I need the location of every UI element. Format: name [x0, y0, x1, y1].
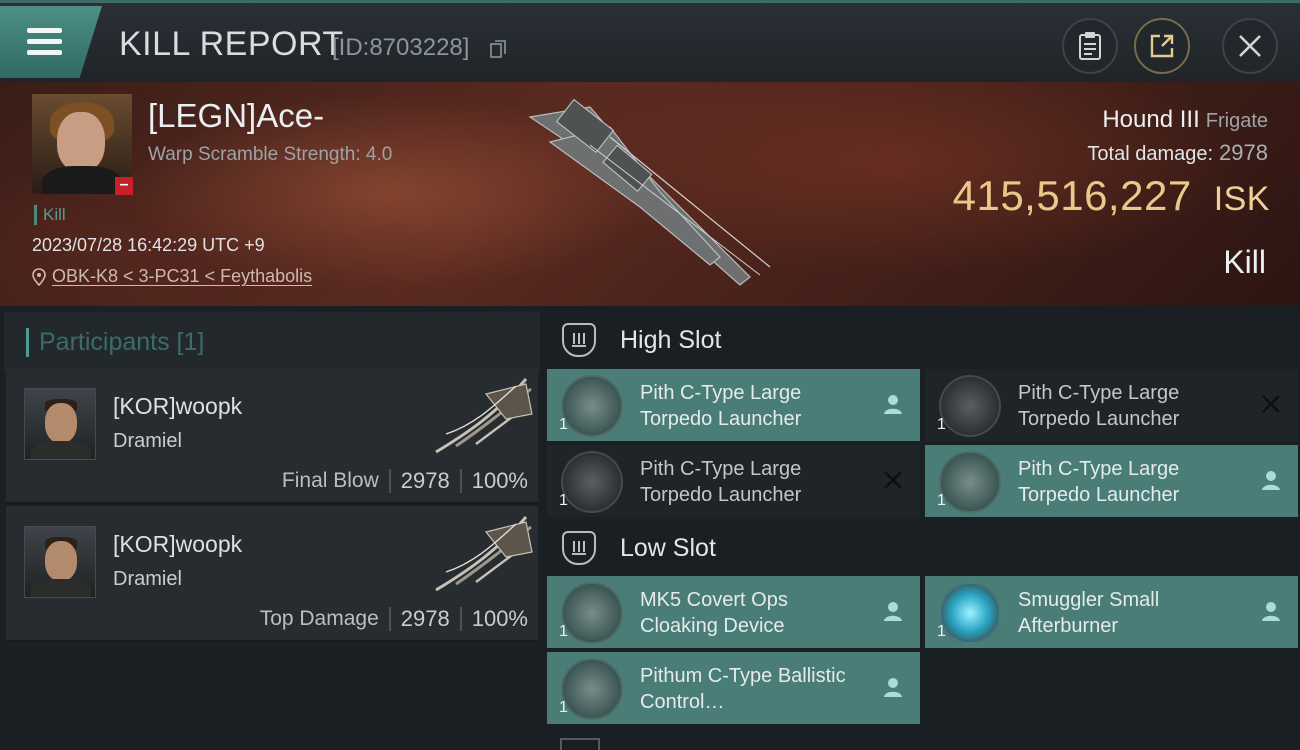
- module-name: Pith C-Type Large Torpedo Launcher: [640, 382, 802, 430]
- top-bar: KILL REPORT [ID:8703228]: [0, 0, 1300, 82]
- victim-name[interactable]: [LEGN]Ace-: [148, 97, 324, 135]
- close-icon: [1239, 35, 1261, 57]
- module-qty: 1: [937, 416, 946, 433]
- low-slot-icon: [562, 531, 596, 565]
- warp-scramble-strength: Warp Scramble Strength: 4.0: [148, 144, 393, 165]
- destroyed-x-icon: [884, 471, 902, 489]
- low-slot-title: Low Slot: [620, 533, 716, 562]
- torpedo-launcher-icon: [561, 451, 623, 513]
- module-name: Pithum C-Type Ballistic Control…: [640, 665, 846, 713]
- destroyed-x-icon: [1262, 395, 1280, 413]
- participants-heading: Participants [1]: [26, 328, 204, 357]
- participant-stats: Final Blow 2978 100%: [282, 468, 528, 494]
- torpedo-launcher-icon: [939, 451, 1001, 513]
- isk-value: 415,516,227 ISK: [953, 172, 1270, 220]
- participant-row[interactable]: [KOR]woopk Dramiel Final Blow 2978 100%: [6, 368, 538, 504]
- participant-portrait[interactable]: [24, 388, 96, 460]
- module-name: Smuggler Small Afterburner: [1018, 589, 1160, 637]
- participants-panel: Participants [1] [KOR]woopk Dramiel Fina…: [0, 306, 540, 750]
- report-id: [ID:8703228]: [332, 34, 470, 61]
- module-name: Pith C-Type Large Torpedo Launcher: [1018, 458, 1180, 506]
- location-pin-icon: [32, 267, 46, 286]
- torpedo-launcher-icon: [561, 375, 623, 437]
- location-link[interactable]: OBK-K8 < 3-PC31 < Feythabolis: [52, 266, 312, 287]
- participant-ship: Dramiel: [113, 430, 182, 452]
- victim-ship[interactable]: Hound III Frigate: [1102, 106, 1268, 134]
- participant-percent: 100%: [471, 468, 528, 493]
- clipboard-button[interactable]: [1062, 18, 1118, 74]
- fitting-panel: High Slot 1 Pith C-Type Large Torpedo La…: [540, 306, 1300, 750]
- module-qty: 1: [559, 623, 568, 640]
- module-slot[interactable]: 1 Smuggler Small Afterburner: [925, 576, 1298, 648]
- kill-location[interactable]: OBK-K8 < 3-PC31 < Feythabolis: [32, 266, 312, 287]
- module-slot[interactable]: 1 Pith C-Type Large Torpedo Launcher: [925, 445, 1298, 517]
- cloaking-device-icon: [561, 582, 623, 644]
- torpedo-launcher-icon: [939, 375, 1001, 437]
- module-name: MK5 Covert Ops Cloaking Device: [640, 589, 788, 637]
- victim-banner: – [LEGN]Ace- Warp Scramble Strength: 4.0…: [0, 82, 1300, 306]
- kill-tag: Kill: [34, 205, 66, 225]
- participant-damage: 2978: [400, 606, 450, 631]
- next-slot-header-icon: [560, 738, 600, 750]
- module-slot[interactable]: 1 MK5 Covert Ops Cloaking Device: [547, 576, 920, 648]
- copy-icon[interactable]: [490, 40, 506, 58]
- ballistic-control-icon: [561, 658, 623, 720]
- pilot-icon: [884, 678, 902, 697]
- participant-role: Final Blow: [281, 469, 379, 492]
- share-button[interactable]: [1134, 18, 1190, 74]
- page-title: KILL REPORT: [119, 25, 344, 63]
- isk-amount: 415,516,227: [952, 172, 1192, 219]
- kill-datetime: 2023/07/28 16:42:29 UTC +9: [32, 235, 265, 255]
- share-icon: [1150, 34, 1174, 58]
- pilot-icon: [1262, 602, 1280, 621]
- participants-header: Participants [1]: [4, 312, 540, 372]
- participant-damage: 2978: [400, 468, 450, 493]
- isk-unit: ISK: [1213, 180, 1270, 218]
- clipboard-icon: [1079, 32, 1101, 60]
- participant-ship: Dramiel: [113, 568, 182, 590]
- module-qty: 1: [559, 699, 568, 716]
- participant-stats: Top Damage 2978 100%: [260, 606, 528, 632]
- participant-percent: 100%: [471, 606, 528, 631]
- module-qty: 1: [937, 492, 946, 509]
- hamburger-icon: [27, 28, 62, 56]
- total-damage: Total damage: 2978: [1087, 140, 1268, 166]
- menu-button[interactable]: [0, 6, 102, 78]
- participant-role: Top Damage: [259, 607, 379, 630]
- dramiel-ship-icon[interactable]: [426, 512, 536, 592]
- victim-ship-image[interactable]: [520, 97, 780, 287]
- module-name: Pith C-Type Large Torpedo Launcher: [640, 458, 802, 506]
- participant-row[interactable]: [KOR]woopk Dramiel Top Damage 2978 100%: [6, 506, 538, 642]
- low-slot-header: Low Slot: [548, 518, 1300, 578]
- high-slot-header: High Slot: [548, 310, 1300, 370]
- module-qty: 1: [937, 623, 946, 640]
- total-damage-value: 2978: [1219, 140, 1268, 165]
- high-slot-icon: [562, 323, 596, 357]
- pilot-icon: [884, 395, 902, 414]
- pilot-icon: [1262, 471, 1280, 490]
- module-slot[interactable]: 1 Pith C-Type Large Torpedo Launcher: [925, 369, 1298, 441]
- module-name: Pith C-Type Large Torpedo Launcher: [1018, 382, 1180, 430]
- dramiel-ship-icon[interactable]: [426, 374, 536, 454]
- total-damage-label: Total damage:: [1087, 143, 1214, 165]
- ship-name: Hound III: [1102, 106, 1200, 133]
- high-slot-title: High Slot: [620, 325, 722, 354]
- participant-name[interactable]: [KOR]woopk: [113, 531, 242, 558]
- module-qty: 1: [559, 492, 568, 509]
- outcome-label: Kill: [1223, 244, 1266, 280]
- module-slot[interactable]: 1 Pith C-Type Large Torpedo Launcher: [547, 369, 920, 441]
- module-qty: 1: [559, 416, 568, 433]
- module-slot[interactable]: 1 Pithum C-Type Ballistic Control…: [547, 652, 920, 724]
- participant-name[interactable]: [KOR]woopk: [113, 393, 242, 420]
- afterburner-icon: [939, 582, 1001, 644]
- pilot-icon: [884, 602, 902, 621]
- hostile-badge-icon: –: [115, 177, 133, 195]
- close-button[interactable]: [1222, 18, 1278, 74]
- module-slot[interactable]: 1 Pith C-Type Large Torpedo Launcher: [547, 445, 920, 517]
- ship-class: Frigate: [1205, 110, 1268, 132]
- participant-portrait[interactable]: [24, 526, 96, 598]
